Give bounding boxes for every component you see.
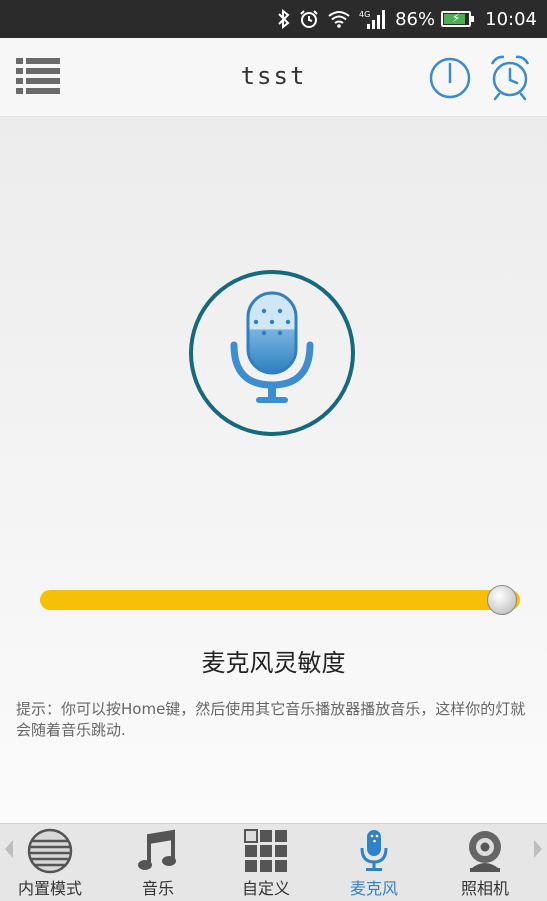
nav-label: 麦克风 bbox=[349, 879, 398, 898]
nav-label: 音乐 bbox=[141, 879, 174, 898]
nav-custom[interactable]: 自定义 bbox=[216, 824, 316, 901]
app-header: tsst bbox=[0, 38, 547, 117]
wifi-icon bbox=[327, 10, 351, 28]
grid-icon bbox=[243, 828, 289, 878]
bluetooth-icon bbox=[277, 9, 291, 29]
nav-builtin-mode[interactable]: 内置模式 bbox=[0, 824, 100, 901]
nav-camera[interactable]: 照相机 bbox=[435, 824, 535, 901]
microphone-icon bbox=[351, 828, 397, 878]
nav-label: 照相机 bbox=[460, 879, 509, 898]
webcam-icon bbox=[462, 828, 508, 878]
battery-icon: ⚡ bbox=[441, 11, 475, 27]
nav-microphone[interactable]: 麦克风 bbox=[324, 824, 424, 901]
nav-label: 内置模式 bbox=[17, 879, 82, 898]
music-note-icon bbox=[135, 828, 181, 878]
sensitivity-label: 麦克风灵敏度 bbox=[201, 649, 346, 677]
battery-percent: 86% bbox=[395, 8, 436, 30]
main-content: 麦克风灵敏度 提示：你可以按Home键，然后使用其它音乐播放器播放音乐，这样你的… bbox=[0, 117, 547, 823]
alarm-status-icon bbox=[299, 9, 319, 29]
signal-icon: 4G bbox=[359, 9, 387, 29]
nav-label: 自定义 bbox=[241, 879, 290, 898]
slider-track bbox=[40, 590, 520, 610]
bottom-nav: 内置模式 音乐 自定义 麦克风 照相机 bbox=[0, 823, 547, 901]
clock: 10:04 bbox=[485, 8, 537, 30]
builtin-mode-icon bbox=[27, 828, 73, 878]
hint-text: 提示：你可以按Home键，然后使用其它音乐播放器播放音乐，这样你的灯就会随着音乐… bbox=[16, 700, 526, 739]
status-bar: 4G 86% ⚡ 10:04 bbox=[0, 0, 547, 38]
microphone-icon[interactable] bbox=[188, 269, 356, 437]
slider-thumb[interactable] bbox=[486, 585, 517, 615]
sensitivity-slider[interactable] bbox=[40, 583, 532, 617]
network-type: 4G bbox=[359, 10, 370, 19]
nav-music[interactable]: 音乐 bbox=[108, 824, 208, 901]
power-icon[interactable] bbox=[428, 56, 472, 100]
alarm-clock-icon[interactable] bbox=[487, 52, 533, 102]
